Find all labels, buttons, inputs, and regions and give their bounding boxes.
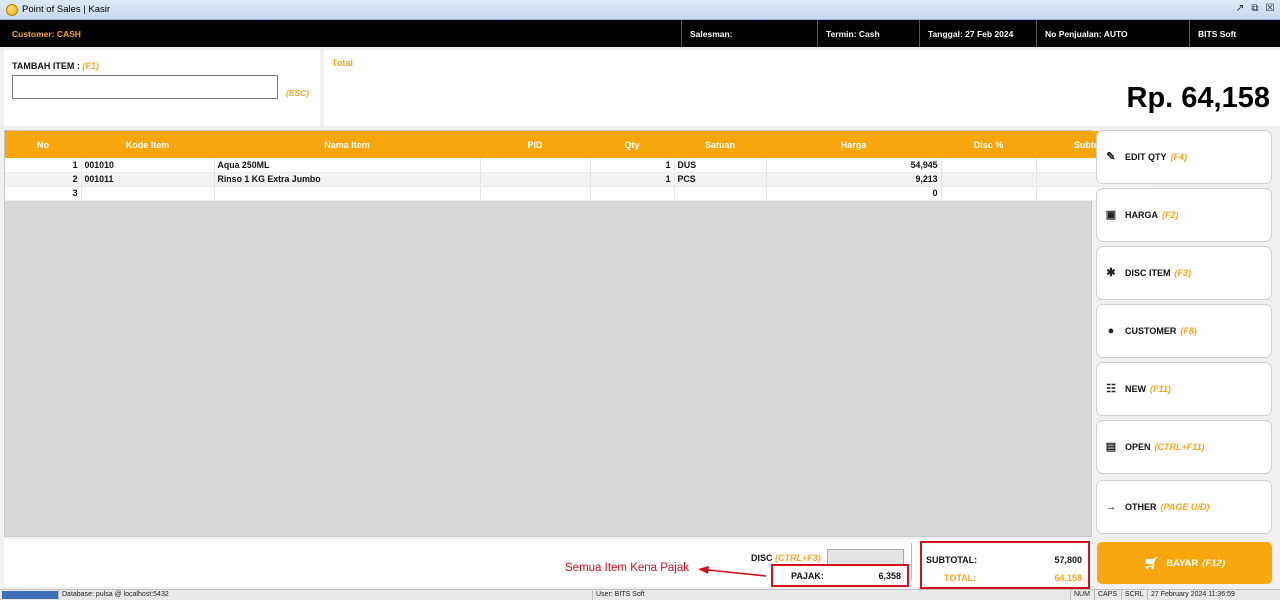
cell-satuan: PCS (674, 172, 767, 187)
pajak-label: PAJAK: (791, 570, 824, 581)
cell-pid (480, 172, 591, 187)
status-caps: CAPS (1094, 590, 1117, 600)
folder-open-icon: ▤ (1105, 441, 1117, 453)
pajak-box: PAJAK: 6,358 (771, 564, 909, 587)
bayar-button[interactable]: 🛒︎ BAYAR (F12) (1097, 542, 1272, 584)
user-icon: ● (1107, 325, 1115, 337)
status-num: NUM (1070, 590, 1090, 600)
table-header-row: No Kode Item Nama Item PID Qty Satuan Ha… (5, 131, 1153, 158)
status-user: User: BITS Soft (592, 590, 645, 600)
customer-button[interactable]: ● CUSTOMER (F8) (1096, 304, 1272, 358)
cell-kode-item: 001011 (81, 172, 215, 187)
table-row[interactable]: 2 001011 Rinso 1 KG Extra Jumbo 1 PCS 9,… (5, 172, 1154, 187)
total-panel: Total Rp. 64,158 (324, 50, 1280, 126)
window-controls: ↗ ⧉ ☒ (1234, 3, 1276, 15)
tax-annotation: Semua Item Kena Pajak (565, 562, 690, 574)
col-header-harga[interactable]: Harga (766, 131, 941, 158)
total-amount: Rp. 64,158 (1126, 82, 1270, 114)
cell-nama-item (214, 186, 481, 201)
cell-qty (590, 186, 675, 201)
subtotal-label: SUBTOTAL: (926, 555, 978, 565)
cell-satuan (674, 186, 767, 201)
subtotal-box: SUBTOTAL: 57,800 TOTAL: 64,158 (920, 541, 1090, 589)
cell-kode-item (81, 186, 215, 201)
add-item-input[interactable] (12, 75, 278, 99)
cell-disc (941, 186, 1037, 201)
add-item-panel: TAMBAH ITEM : (F1) (ESC) (4, 50, 320, 126)
col-header-no[interactable]: No (5, 131, 81, 158)
cell-disc (941, 172, 1037, 187)
disc-item-button[interactable]: ✱ DISC ITEM (F3) (1096, 246, 1272, 300)
disc-label: DISC (CTRL+F3) (751, 553, 821, 563)
company-info: BITS Soft (1189, 20, 1279, 47)
esc-hint: (ESC) (286, 88, 310, 98)
header-info-bar: Customer: CASH Salesman: Termin: Cash Ta… (0, 20, 1280, 47)
harga-button[interactable]: ▣ HARGA (F2) (1096, 188, 1272, 242)
cell-satuan: DUS (674, 158, 767, 173)
termin-info: Termin: Cash (817, 20, 919, 47)
divider (911, 543, 912, 581)
cell-nama-item: Rinso 1 KG Extra Jumbo (214, 172, 481, 187)
app-icon (6, 3, 18, 16)
subtotal-value: 57,800 (1054, 555, 1082, 565)
total-summary-value: 64,158 (1054, 573, 1082, 583)
new-document-icon: ☷ (1106, 383, 1116, 395)
tanggal-info: Tanggal: 27 Feb 2024 (919, 20, 1036, 47)
status-datetime: 27 February 2024 11:36:59 (1147, 590, 1235, 600)
window-title: Point of Sales | Kasir (22, 4, 111, 15)
total-label: Total (332, 58, 353, 68)
cell-harga: 0 (766, 186, 942, 201)
col-header-nama-item[interactable]: Nama Item (214, 131, 480, 158)
add-item-label: TAMBAH ITEM : (F1) (12, 61, 99, 71)
customer-info: Customer: CASH (12, 28, 81, 39)
arrow-right-icon: → (1105, 501, 1117, 513)
status-bar: Database: pulsa @ localhost:5432 User: B… (0, 589, 1280, 600)
col-header-pid[interactable]: PID (480, 131, 590, 158)
cell-harga: 54,945 (766, 158, 942, 173)
open-button[interactable]: ▤ OPEN (CTRL+F11) (1096, 420, 1272, 474)
money-icon: ▣ (1105, 209, 1117, 221)
cell-no: 1 (5, 158, 82, 173)
cell-no: 3 (5, 186, 82, 201)
other-button[interactable]: → OTHER (PAGE U/D) (1096, 480, 1272, 534)
edit-icon: ✎ (1106, 151, 1116, 163)
pajak-value: 6,358 (878, 570, 901, 581)
cell-harga: 9,213 (766, 172, 942, 187)
col-header-disc[interactable]: Disc % (941, 131, 1036, 158)
status-scrl: SCRL (1121, 590, 1144, 600)
col-header-kode-item[interactable]: Kode Item (81, 131, 214, 158)
progress-indicator (2, 591, 58, 599)
title-bar: Point of Sales | Kasir ↗ ⧉ ☒ (0, 0, 1280, 20)
edit-qty-button[interactable]: ✎ EDIT QTY (F4) (1096, 130, 1272, 184)
table-row[interactable]: 1 001010 Aqua 250ML 1 DUS 54,945 54,945 (5, 158, 1154, 173)
discount-icon: ✱ (1106, 267, 1116, 279)
minimize-icon[interactable]: ↗ (1234, 3, 1246, 15)
status-database: Database: pulsa @ localhost:5432 (58, 590, 169, 600)
items-grid[interactable]: No Kode Item Nama Item PID Qty Satuan Ha… (4, 130, 1154, 537)
cell-disc (941, 158, 1037, 173)
cell-qty: 1 (590, 158, 675, 173)
col-header-qty[interactable]: Qty (590, 131, 674, 158)
cell-pid (480, 158, 591, 173)
salesman-info: Salesman: (681, 20, 817, 47)
total-summary-label: TOTAL: (944, 573, 977, 583)
annotation-arrow-icon (698, 566, 767, 577)
no-penjualan-info: No Penjualan: AUTO (1036, 20, 1189, 47)
cell-kode-item: 001010 (81, 158, 215, 173)
close-icon[interactable]: ☒ (1264, 3, 1276, 15)
restore-icon[interactable]: ⧉ (1249, 3, 1261, 15)
col-header-satuan[interactable]: Satuan (674, 131, 766, 158)
cell-nama-item: Aqua 250ML (214, 158, 481, 173)
cell-qty: 1 (590, 172, 675, 187)
cell-no: 2 (5, 172, 82, 187)
cart-icon: 🛒︎ (1144, 556, 1160, 570)
new-button[interactable]: ☷ NEW (F11) (1096, 362, 1272, 416)
cell-pid (480, 186, 591, 201)
table-row[interactable]: 3 0 0 (5, 186, 1154, 201)
